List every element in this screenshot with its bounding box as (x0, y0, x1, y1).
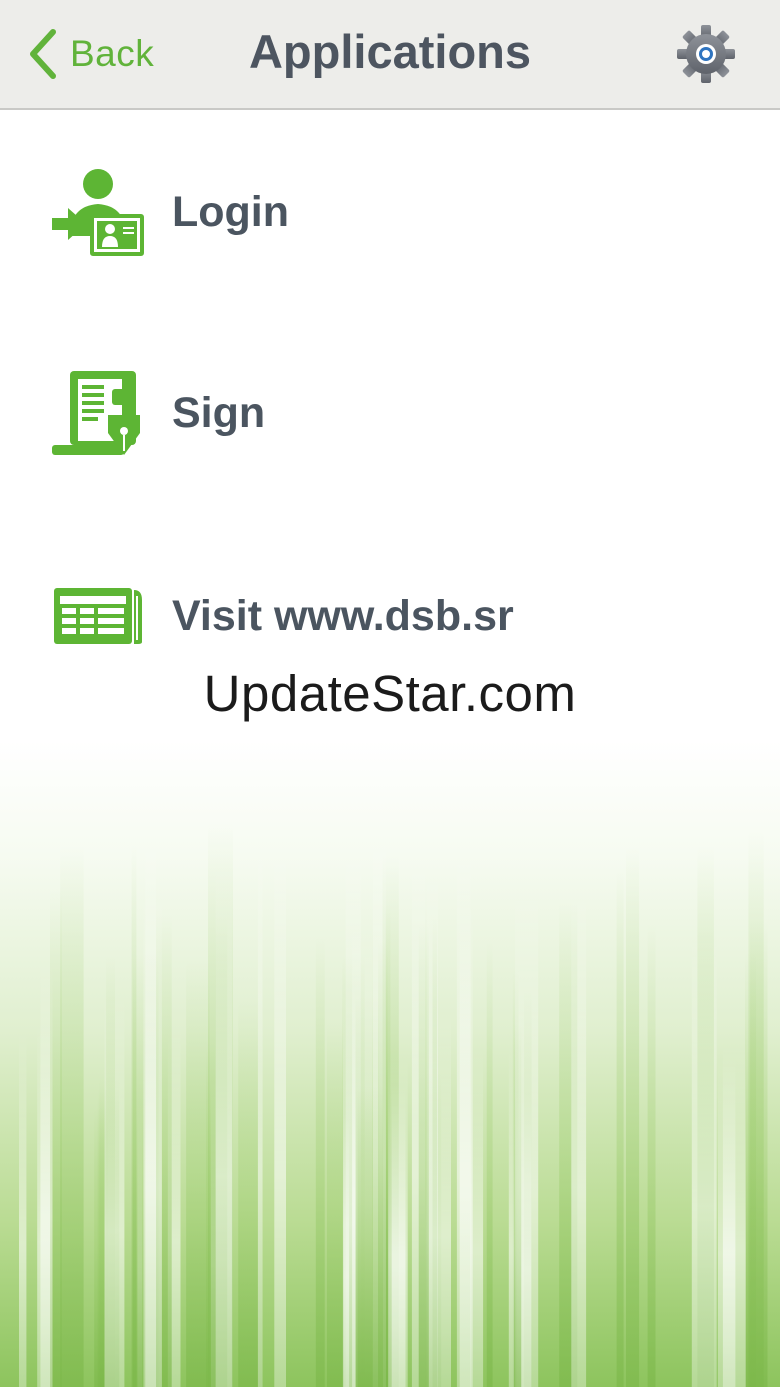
background-stripe (456, 846, 471, 1387)
background-stripe (215, 859, 233, 1387)
background-stripe (391, 1084, 406, 1387)
background-stripe (343, 1111, 350, 1387)
menu-label-visit-website: Visit www.dsb.sr (172, 591, 514, 640)
background-stripe (647, 923, 656, 1387)
background-stripe (257, 838, 263, 1387)
background-stripe (355, 1090, 373, 1387)
login-user-icon (52, 169, 144, 256)
menu-item-visit-website[interactable]: Visit www.dsb.sr (50, 566, 730, 666)
watermark-text: UpdateStar.com (203, 665, 577, 722)
background-stripe (378, 940, 388, 1387)
background-stripe (274, 843, 286, 1387)
background-stripe (19, 1032, 27, 1387)
background-stripe (315, 937, 325, 1387)
background-stripe (691, 934, 717, 1387)
background-stripe (425, 1010, 451, 1387)
background-stripe (750, 920, 768, 1387)
background-stripe (616, 869, 624, 1387)
green-gradient-background (0, 740, 780, 1387)
menu-label-sign: Sign (172, 388, 266, 437)
menu-item-login[interactable]: Login (50, 162, 730, 262)
settings-button[interactable] (674, 22, 738, 86)
gear-icon (677, 25, 735, 83)
website-icon (54, 588, 142, 644)
background-stripe (60, 844, 84, 1387)
page-title: Applications (248, 25, 532, 78)
sign-document-icon (52, 371, 140, 455)
background-stripe (40, 960, 53, 1387)
background-stripe (104, 996, 125, 1387)
background-stripe (418, 923, 429, 1387)
menu-item-sign[interactable]: Sign (50, 363, 730, 463)
menu-label-login: Login (172, 187, 290, 236)
background-stripe (513, 1023, 522, 1387)
background-stripe (131, 844, 137, 1387)
background-stripe (470, 1047, 484, 1387)
background-stripe (327, 1021, 344, 1387)
background-stripe (143, 889, 162, 1387)
navigation-bar: Back Applications (0, 0, 780, 110)
background-stripe (717, 1057, 736, 1387)
background-stripe (486, 941, 493, 1387)
background-stripe (571, 889, 587, 1387)
background-stripe (626, 845, 640, 1387)
